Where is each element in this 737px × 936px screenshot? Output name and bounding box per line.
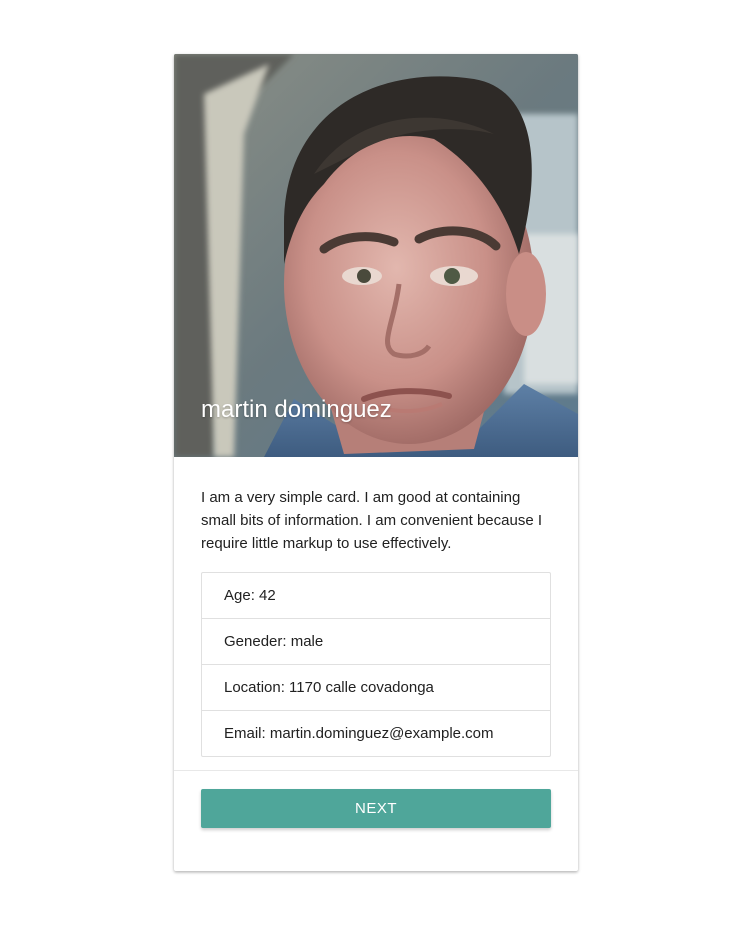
profile-photo: martin dominguez bbox=[174, 54, 578, 457]
next-button[interactable]: NEXT bbox=[201, 789, 551, 828]
detail-age: Age: 42 bbox=[224, 587, 276, 604]
profile-card: martin dominguez I am a very simple card… bbox=[174, 54, 578, 871]
card-description: I am a very simple card. I am good at co… bbox=[201, 489, 543, 552]
card-actions: NEXT bbox=[174, 770, 578, 870]
detail-gender: Geneder: male bbox=[202, 618, 550, 664]
card-content: I am a very simple card. I am good at co… bbox=[174, 457, 578, 770]
details-list: Age: 42 Geneder: male Location: 1170 cal… bbox=[201, 572, 551, 757]
card-title: martin dominguez bbox=[201, 396, 392, 423]
detail-location: Location: 1170 calle covadonga bbox=[202, 664, 550, 710]
detail-email: Email: martin.dominguez@example.com bbox=[202, 710, 550, 756]
